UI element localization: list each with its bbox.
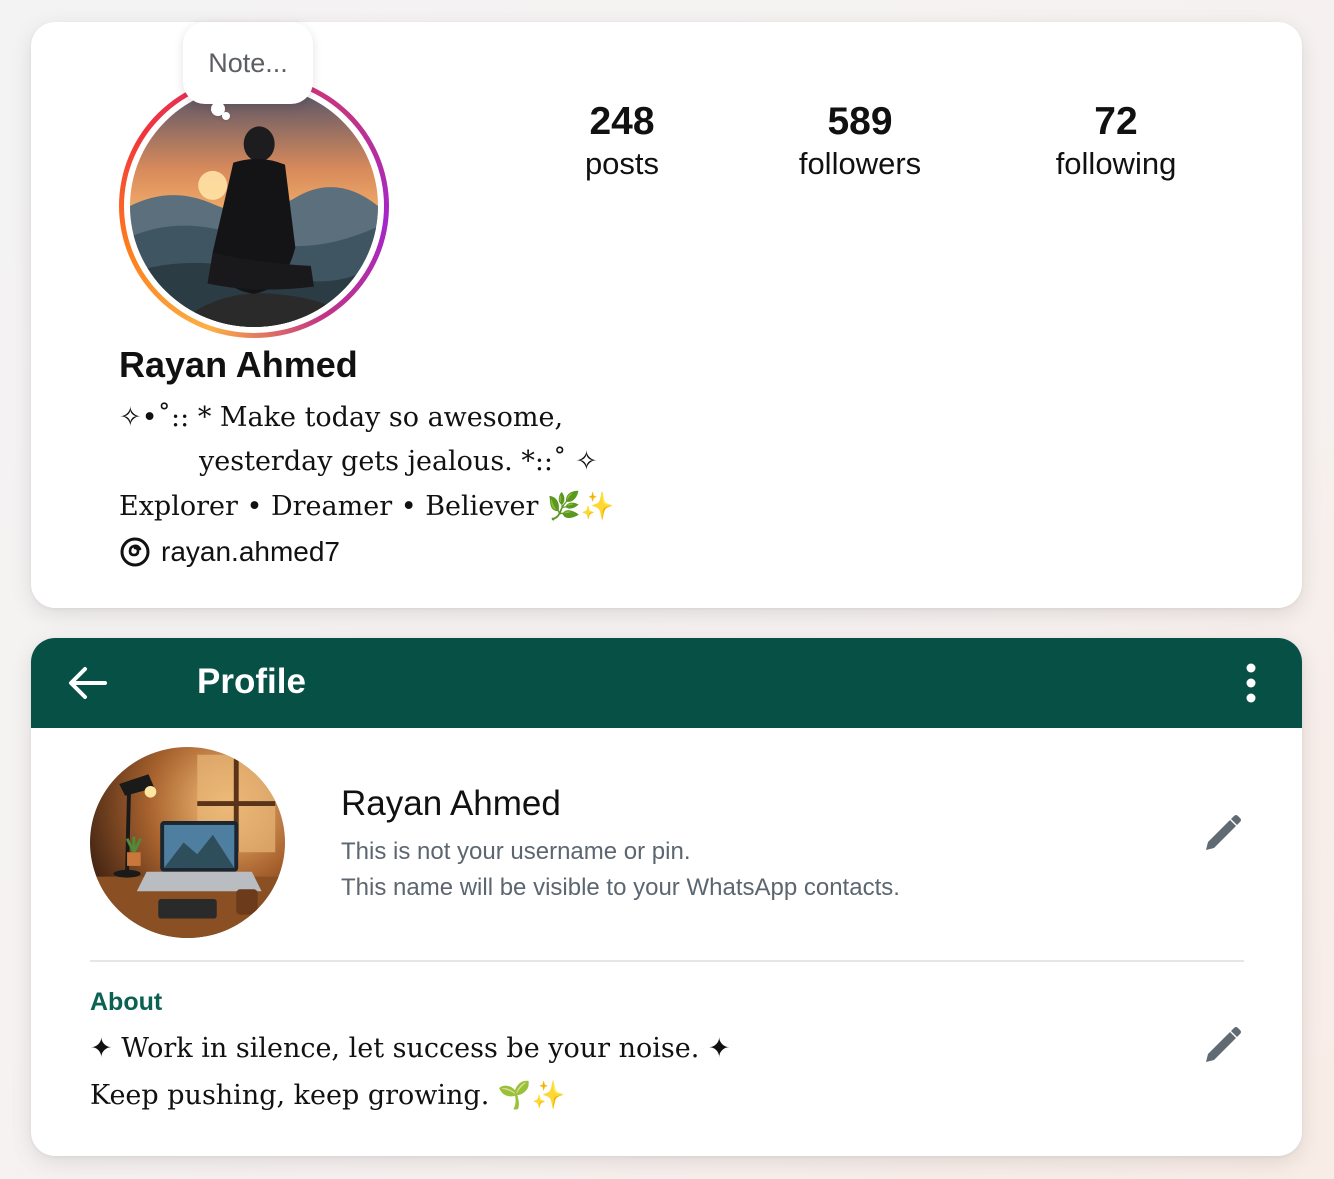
edit-about-pencil-icon[interactable] [1200,1024,1244,1068]
about-line-2: Keep pushing, keep growing. 🌱✨ [90,1080,566,1111]
more-vert-icon[interactable] [1239,662,1263,706]
bio-line-2: yesterday gets jealous. *::˚ ✧ [199,446,598,477]
threads-handle: rayan.ahmed7 [161,536,341,567]
stat-following-label: following [1055,146,1177,181]
about-label: About [90,988,163,1016]
page-title: Profile [197,662,306,701]
stat-posts-label: posts [584,146,660,181]
story-ring[interactable] [119,74,389,338]
stat-followers-label: followers [798,146,922,181]
divider [90,960,1244,962]
back-arrow-icon[interactable] [67,665,107,701]
stat-followers[interactable]: 589 followers [750,98,970,182]
edit-name-pencil-icon[interactable] [1200,812,1244,856]
whatsapp-profile-card: Profile Rayan Ahmed This is not your use… [31,638,1302,1156]
note-bubble[interactable]: Note... [183,22,313,104]
name-hint-line-2: This name will be visible to your WhatsA… [341,874,900,901]
whatsapp-avatar[interactable] [90,747,285,938]
app-bar: Profile [31,638,1302,728]
name-hint-line-1: This is not your username or pin. [341,838,691,865]
profile-name: Rayan Ahmed [119,344,358,385]
note-bubble-tail-small [222,112,230,120]
bio-line-1: ✧•˚:: * Make today so awesome, [119,402,564,433]
bio-line-3: Explorer • Dreamer • Believer 🌿✨ [119,491,615,522]
whatsapp-name: Rayan Ahmed [341,784,561,823]
note-placeholder: Note... [208,47,288,78]
threads-link[interactable]: rayan.ahmed7 [119,536,340,568]
stat-following[interactable]: 72 following [1006,98,1226,182]
instagram-avatar[interactable] [130,85,378,327]
stat-following-value: 72 [1094,100,1138,143]
stat-posts-value: 248 [589,100,655,143]
threads-icon [120,537,150,567]
stat-followers-value: 589 [827,100,893,143]
stat-posts[interactable]: 248 posts [512,98,732,182]
about-line-1: ✦ Work in silence, let success be your n… [90,1033,731,1064]
instagram-profile-card: Note... 248 posts 589 followers 72 follo… [31,22,1302,608]
